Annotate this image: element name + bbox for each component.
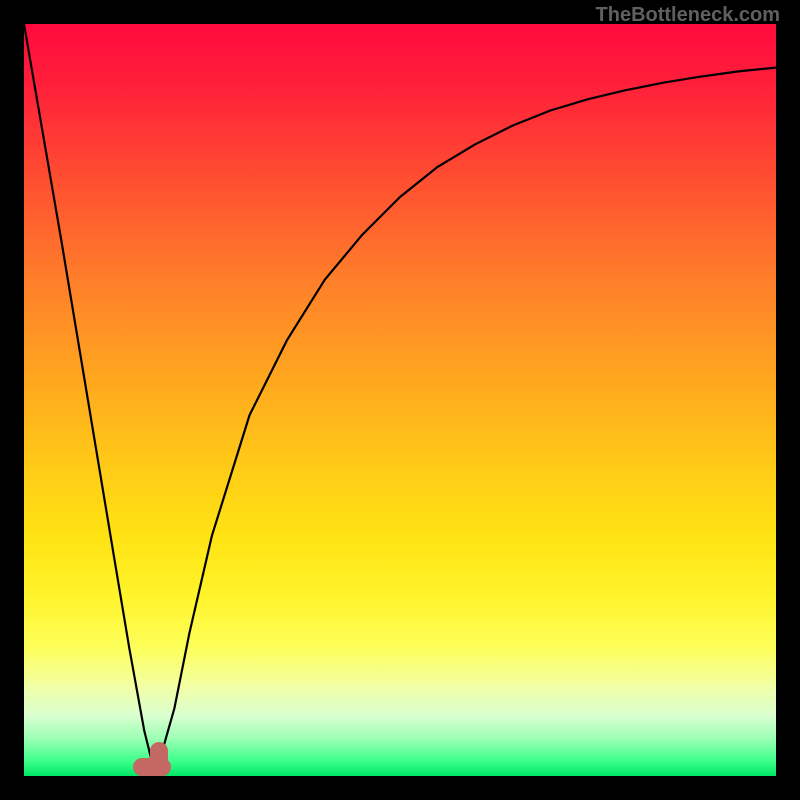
bottleneck-curve: [24, 24, 776, 776]
watermark-text: TheBottleneck.com: [596, 4, 780, 27]
curve-path: [24, 24, 776, 761]
plot-area: [24, 24, 776, 776]
optimal-marker-stem: [150, 742, 168, 772]
